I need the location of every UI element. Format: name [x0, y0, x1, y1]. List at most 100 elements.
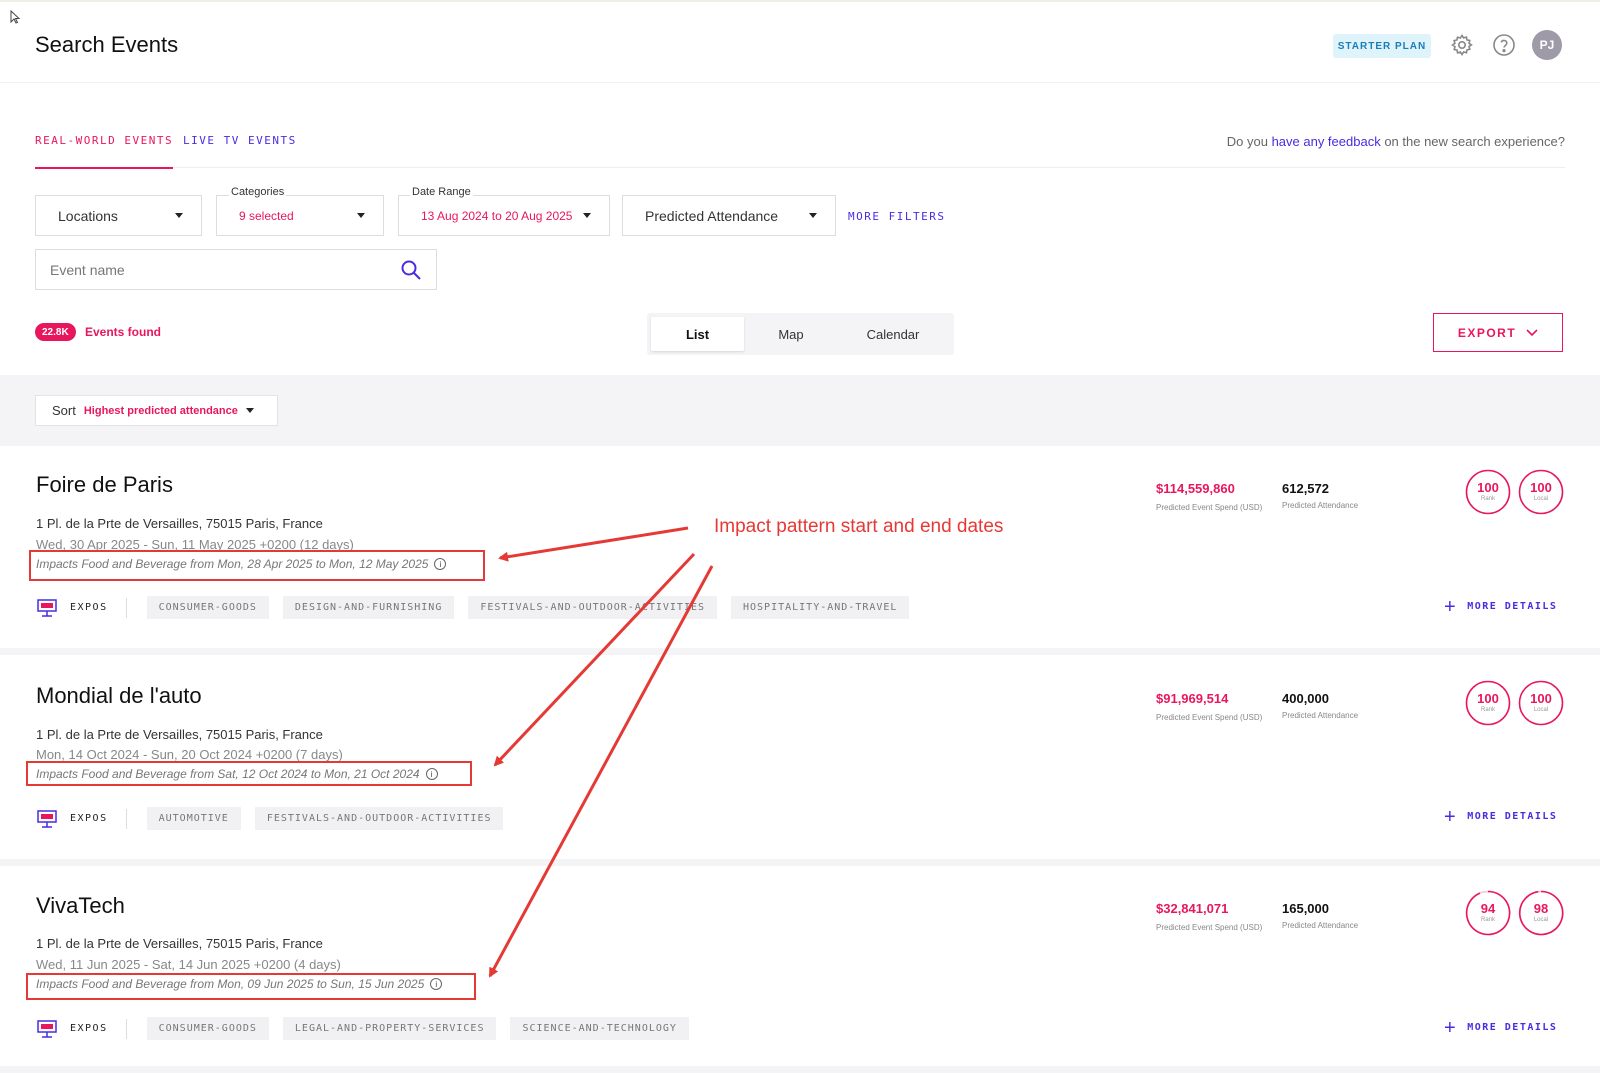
- event-category-row: EXPOS CONSUMER-GOODS LEGAL-AND-PROPERTY-…: [36, 1017, 695, 1040]
- date-range-value: 13 Aug 2024 to 20 Aug 2025: [421, 208, 573, 223]
- top-header: Search Events STARTER PLAN PJ: [0, 0, 1600, 82]
- feedback-prompt: Do you have any feedback on the new sear…: [1226, 134, 1565, 149]
- categories-filter[interactable]: 9 selected: [216, 195, 384, 236]
- sort-dropdown[interactable]: Sort Highest predicted attendance: [35, 395, 278, 426]
- more-details-button[interactable]: + MORE DETAILS: [1444, 807, 1558, 827]
- annotation-highlight-box: [29, 550, 485, 581]
- event-tag[interactable]: FESTIVALS-AND-OUTDOOR-ACTIVITIES: [468, 596, 717, 619]
- event-name-search[interactable]: [35, 249, 437, 290]
- event-category-row: EXPOS AUTOMOTIVE FESTIVALS-AND-OUTDOOR-A…: [36, 807, 509, 830]
- event-tag[interactable]: AUTOMOTIVE: [146, 807, 241, 830]
- local-rank-ring: 98 Local: [1518, 890, 1564, 936]
- event-address: 1 Pl. de la Prte de Versailles, 75015 Pa…: [36, 727, 323, 742]
- rank-ring: 100 Rank: [1465, 680, 1511, 726]
- attendance-value: 165,000: [1282, 901, 1329, 916]
- divider: [125, 1018, 127, 1039]
- event-attendance: 612,572 Predicted Attendance: [1282, 481, 1358, 510]
- feedback-link[interactable]: have any feedback: [1272, 134, 1381, 149]
- date-range-filter[interactable]: 13 Aug 2024 to 20 Aug 2025: [398, 195, 610, 236]
- event-dates: Mon, 14 Oct 2024 - Sun, 20 Oct 2024 +020…: [36, 747, 343, 762]
- user-avatar[interactable]: PJ: [1532, 30, 1562, 60]
- view-list-option[interactable]: List: [651, 317, 744, 351]
- export-button[interactable]: EXPORT: [1433, 313, 1563, 352]
- tab-live-tv-events[interactable]: LIVE TV EVENTS: [183, 134, 297, 147]
- plus-icon: +: [1444, 1016, 1458, 1039]
- tab-real-world-events[interactable]: REAL-WORLD EVENTS: [35, 134, 174, 169]
- spend-label: Predicted Event Spend (USD): [1156, 503, 1263, 512]
- caret-down-icon: [175, 213, 183, 218]
- events-found-label: Events found: [85, 325, 162, 339]
- event-tag[interactable]: SCIENCE-AND-TECHNOLOGY: [510, 1017, 689, 1040]
- rank-label: Rank: [1480, 496, 1495, 502]
- local-rank-label: Local: [1533, 917, 1549, 923]
- caret-down-icon: [245, 408, 254, 413]
- rank-ring: 94 Rank: [1465, 890, 1511, 936]
- mouse-cursor-icon: [10, 9, 21, 27]
- local-rank-value: 100: [1530, 691, 1552, 706]
- rank-value: 100: [1477, 480, 1499, 495]
- event-address: 1 Pl. de la Prte de Versailles, 75015 Pa…: [36, 936, 323, 951]
- sort-label: Sort: [52, 403, 76, 418]
- spend-value: $32,841,071: [1156, 901, 1229, 916]
- event-tag[interactable]: FESTIVALS-AND-OUTDOOR-ACTIVITIES: [254, 807, 504, 830]
- event-card: VivaTech 1 Pl. de la Prte de Versailles,…: [0, 866, 1600, 1066]
- event-tag[interactable]: CONSUMER-GOODS: [146, 596, 269, 619]
- spend-value: $114,559,860: [1156, 481, 1235, 496]
- plan-badge[interactable]: STARTER PLAN: [1333, 34, 1431, 58]
- more-filters-link[interactable]: MORE FILTERS: [848, 210, 945, 223]
- event-tag[interactable]: LEGAL-AND-PROPERTY-SERVICES: [282, 1017, 497, 1040]
- more-details-label: MORE DETAILS: [1467, 811, 1558, 822]
- gear-icon[interactable]: [1448, 31, 1476, 59]
- date-range-label: Date Range: [410, 186, 473, 198]
- event-tag[interactable]: DESIGN-AND-FURNISHING: [282, 596, 455, 619]
- divider: [125, 597, 127, 618]
- view-calendar-option[interactable]: Calendar: [838, 317, 948, 351]
- sort-value: Highest predicted attendance: [83, 404, 238, 417]
- local-rank-label: Local: [1533, 496, 1549, 502]
- divider: [125, 808, 127, 829]
- help-icon[interactable]: [1490, 31, 1518, 59]
- sort-bar: Sort Highest predicted attendance: [0, 375, 1600, 446]
- annotation-label: Impact pattern start and end dates: [714, 516, 1004, 537]
- more-details-button[interactable]: + MORE DETAILS: [1444, 1016, 1558, 1039]
- rank-value: 94: [1480, 901, 1496, 916]
- event-attendance: 400,000 Predicted Attendance: [1282, 691, 1358, 720]
- annotation-highlight-box: [26, 761, 472, 786]
- card-divider: [0, 648, 1600, 655]
- search-icon[interactable]: [400, 259, 422, 286]
- more-details-label: MORE DETAILS: [1467, 1022, 1558, 1033]
- event-category: EXPOS: [70, 1023, 108, 1034]
- categories-filter-value: 9 selected: [239, 208, 294, 223]
- event-title[interactable]: Mondial de l'auto: [36, 683, 202, 709]
- attendance-filter-label: Predicted Attendance: [645, 207, 779, 224]
- event-name-input[interactable]: [50, 261, 390, 278]
- categories-label: Categories: [229, 186, 287, 198]
- rank-label: Rank: [1480, 917, 1495, 923]
- event-dates: Wed, 11 Jun 2025 - Sat, 14 Jun 2025 +020…: [36, 957, 341, 972]
- locations-filter-label: Locations: [58, 207, 118, 224]
- event-spend: $91,969,514 Predicted Event Spend (USD): [1156, 691, 1266, 725]
- view-switcher: List Map Calendar: [647, 313, 954, 355]
- event-tag[interactable]: CONSUMER-GOODS: [146, 1017, 269, 1040]
- chevron-down-icon: [1526, 328, 1538, 336]
- event-title[interactable]: VivaTech: [36, 893, 125, 919]
- spend-label: Predicted Event Spend (USD): [1156, 713, 1263, 722]
- attendance-filter[interactable]: Predicted Attendance: [622, 195, 836, 236]
- local-rank-ring: 100 Local: [1518, 469, 1564, 515]
- page-title: Search Events: [35, 32, 179, 57]
- more-details-button[interactable]: + MORE DETAILS: [1444, 595, 1557, 618]
- event-address: 1 Pl. de la Prte de Versailles, 75015 Pa…: [36, 516, 323, 531]
- rank-ring: 100 Rank: [1465, 469, 1511, 515]
- local-rank-value: 98: [1533, 901, 1549, 916]
- attendance-value: 400,000: [1282, 691, 1329, 706]
- expo-icon: [37, 598, 57, 617]
- event-attendance: 165,000 Predicted Attendance: [1282, 901, 1358, 930]
- card-divider: [0, 1066, 1600, 1073]
- local-rank-label: Local: [1533, 707, 1549, 713]
- plus-icon: +: [1444, 595, 1458, 618]
- attendance-label: Predicted Attendance: [1282, 501, 1359, 510]
- event-tag[interactable]: HOSPITALITY-AND-TRAVEL: [731, 596, 910, 619]
- locations-filter[interactable]: Locations: [35, 195, 202, 236]
- view-map-option[interactable]: Map: [744, 317, 838, 351]
- event-title[interactable]: Foire de Paris: [36, 472, 173, 498]
